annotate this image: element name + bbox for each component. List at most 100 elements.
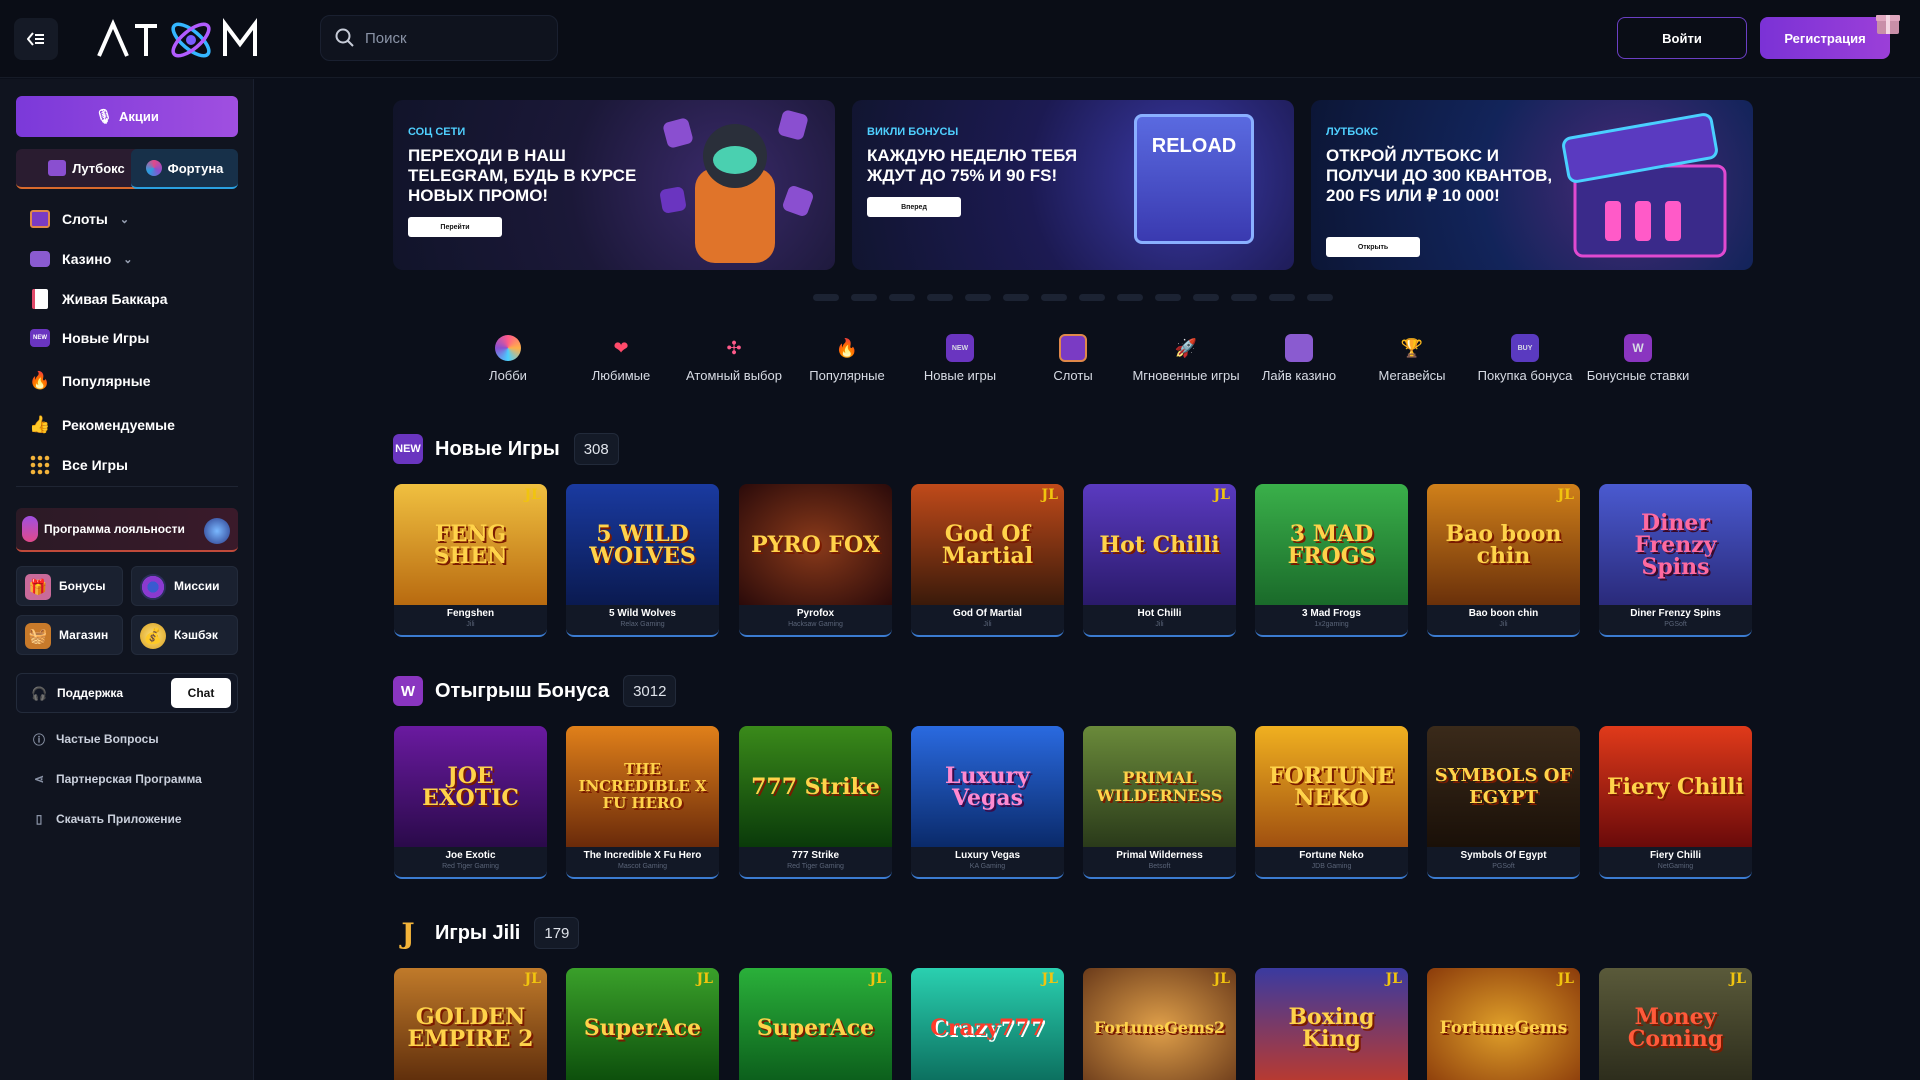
- sidebar-item-baccarat[interactable]: Живая Баккара: [28, 284, 168, 314]
- buy-icon: BUY: [1511, 334, 1539, 362]
- game-card[interactable]: FortuneGems JL: [1427, 968, 1580, 1080]
- game-card[interactable]: GOLDEN EMPIRE 2 JL: [394, 968, 547, 1080]
- category-megaways[interactable]: 🏆 Мегавейсы: [1356, 332, 1468, 392]
- game-card[interactable]: Fiery Chilli Fiery Chilli NetGaming: [1599, 726, 1752, 879]
- game-card[interactable]: God Of Martial JL God Of Martial Jili: [911, 484, 1064, 637]
- game-card[interactable]: PRIMAL WILDERNESS Primal Wilderness Bets…: [1083, 726, 1236, 879]
- game-thumbnail: Fiery Chilli: [1599, 726, 1752, 847]
- carousel-dot[interactable]: [1155, 294, 1181, 301]
- carousel-dot[interactable]: [851, 294, 877, 301]
- sidebar-item-popular[interactable]: 🔥 Популярные: [28, 366, 150, 396]
- collapse-sidebar-button[interactable]: [14, 18, 58, 60]
- carousel-dot[interactable]: [1231, 294, 1257, 301]
- game-card[interactable]: Hot Chilli JL Hot Chilli Jili: [1083, 484, 1236, 637]
- carousel-dot[interactable]: [965, 294, 991, 301]
- game-card[interactable]: Boxing King JL: [1255, 968, 1408, 1080]
- game-card[interactable]: FortuneGems2 JL: [1083, 968, 1236, 1080]
- cashback-label: Кэшбэк: [174, 628, 218, 642]
- carousel-dot[interactable]: [813, 294, 839, 301]
- game-name: Diner Frenzy Spins: [1630, 608, 1721, 619]
- category-atomic-choice[interactable]: ✣ Атомный выбор: [678, 332, 790, 392]
- banner-tag: ЛУТБОКС: [1326, 126, 1379, 138]
- game-card[interactable]: 777 Strike 777 Strike Red Tiger Gaming: [739, 726, 892, 879]
- search-box[interactable]: [320, 15, 558, 61]
- cashback-button[interactable]: 💰 Кэшбэк: [131, 615, 238, 655]
- banner-telegram[interactable]: СОЦ СЕТИ Переходи в наш Telegram, будь в…: [393, 100, 835, 270]
- category-bonus-buy[interactable]: BUY Покупка бонуса: [1469, 332, 1581, 392]
- atom-logo[interactable]: [95, 16, 265, 62]
- carousel-dot[interactable]: [1079, 294, 1105, 301]
- sidebar-item-new-games[interactable]: NEW Новые Игры: [28, 323, 149, 353]
- section-count: 3012: [623, 675, 677, 707]
- game-card[interactable]: SuperAce JL: [739, 968, 892, 1080]
- sidebar-item-all-games[interactable]: Все Игры: [28, 450, 128, 480]
- sidebar-item-casino[interactable]: Казино ⌄: [28, 244, 132, 274]
- carousel-dot[interactable]: [1041, 294, 1067, 301]
- carousel-dot[interactable]: [1269, 294, 1295, 301]
- game-card[interactable]: PYRO FOX Pyrofox Hacksaw Gaming: [739, 484, 892, 637]
- game-art-text: God Of Martial: [941, 520, 1034, 569]
- promotions-button[interactable]: 🎙 Акции: [16, 96, 238, 137]
- bonuses-button[interactable]: 🎁 Бонусы: [16, 566, 123, 606]
- section-count: 308: [573, 433, 619, 465]
- section-title[interactable]: Игры Jili: [435, 922, 520, 945]
- banner-lootbox[interactable]: ЛУТБОКС Открой лутбокс и получи до 300 к…: [1311, 100, 1753, 270]
- sidebar-item-recommended[interactable]: 👍 Рекомендуемые: [28, 410, 175, 440]
- shop-button[interactable]: 🧺 Магазин: [16, 615, 123, 655]
- download-app-link[interactable]: ▯ Скачать Приложение: [32, 809, 182, 829]
- banner-button[interactable]: Вперед: [867, 197, 961, 217]
- game-card[interactable]: Crazy777 JL: [911, 968, 1064, 1080]
- gift-icon[interactable]: [1874, 8, 1902, 36]
- search-input[interactable]: [365, 29, 545, 47]
- category-favorites[interactable]: ❤ Любимые: [565, 332, 677, 392]
- category-live-casino[interactable]: Лайв казино: [1243, 332, 1355, 392]
- chat-button[interactable]: Chat: [171, 678, 231, 708]
- search-icon: [335, 28, 354, 47]
- banner-button[interactable]: Открыть: [1326, 237, 1420, 257]
- category-bonus-bets[interactable]: W Бонусные ставки: [1582, 332, 1694, 392]
- category-instant-games[interactable]: 🚀 Мгновенные игры: [1130, 332, 1242, 392]
- fire-icon: 🔥: [835, 337, 859, 358]
- game-card[interactable]: FORTUNE NEKO Fortune Neko JDB Gaming: [1255, 726, 1408, 879]
- fire-icon: 🔥: [29, 371, 51, 390]
- carousel-dot[interactable]: [1193, 294, 1219, 301]
- game-card[interactable]: 5 WILD WOLVES 5 Wild Wolves Relax Gaming: [566, 484, 719, 637]
- game-card[interactable]: FENG SHEN JL Fengshen Jili: [394, 484, 547, 637]
- game-thumbnail: FORTUNE NEKO: [1255, 726, 1408, 847]
- game-card[interactable]: Bao boon chin JL Bao boon chin Jili: [1427, 484, 1580, 637]
- category-popular[interactable]: 🔥 Популярные: [791, 332, 903, 392]
- faq-link[interactable]: ⓘ Частые Вопросы: [32, 729, 159, 749]
- carousel-dot[interactable]: [1117, 294, 1143, 301]
- game-card[interactable]: 3 MAD FROGS 3 Mad Frogs 1x2gaming: [1255, 484, 1408, 637]
- section-title[interactable]: Отыгрыш Бонуса: [435, 680, 609, 703]
- carousel-dot[interactable]: [1307, 294, 1333, 301]
- sidebar-item-slots[interactable]: Слоты ⌄: [28, 204, 129, 234]
- fortune-button[interactable]: Фортуна: [131, 149, 238, 189]
- carousel-dot[interactable]: [889, 294, 915, 301]
- lobby-icon: [494, 334, 522, 362]
- game-card[interactable]: Luxury Vegas Luxury Vegas KA Gaming: [911, 726, 1064, 879]
- game-card[interactable]: SuperAce JL: [566, 968, 719, 1080]
- category-new-games[interactable]: NEW Новые игры: [904, 332, 1016, 392]
- game-card[interactable]: SYMBOLS OF EGYPT Symbols Of Egypt PGSoft: [1427, 726, 1580, 879]
- banner-button[interactable]: Перейти: [408, 217, 502, 237]
- divider: [16, 486, 238, 487]
- game-card[interactable]: Diner Frenzy Spins Diner Frenzy Spins PG…: [1599, 484, 1752, 637]
- loyalty-program-button[interactable]: Программа лояльности: [16, 508, 238, 552]
- carousel-dot[interactable]: [1003, 294, 1029, 301]
- carousel-dot[interactable]: [927, 294, 953, 301]
- game-art-text: PYRO FOX: [751, 531, 880, 558]
- game-card[interactable]: JOE EXOTIC Joe Exotic Red Tiger Gaming: [394, 726, 547, 879]
- missions-button[interactable]: Миссии: [131, 566, 238, 606]
- register-button[interactable]: Регистрация: [1760, 17, 1890, 59]
- category-lobby[interactable]: Лобби: [452, 332, 564, 392]
- login-button[interactable]: Войти: [1617, 17, 1747, 59]
- game-card[interactable]: Money Coming JL: [1599, 968, 1752, 1080]
- game-thumbnail: Diner Frenzy Spins: [1599, 484, 1752, 605]
- section-title[interactable]: Новые Игры: [435, 438, 560, 461]
- affiliate-link[interactable]: ⋖ Партнерская Программа: [32, 769, 202, 789]
- banner-weekly-bonus[interactable]: ВИКЛИ БОНУСЫ Каждую неделю тебя ждут до …: [852, 100, 1294, 270]
- game-card[interactable]: THE INCREDIBLE X FU HERO The Incredible …: [566, 726, 719, 879]
- category-slots[interactable]: Слоты: [1017, 332, 1129, 392]
- game-art-text: Bao boon chin: [1445, 520, 1562, 569]
